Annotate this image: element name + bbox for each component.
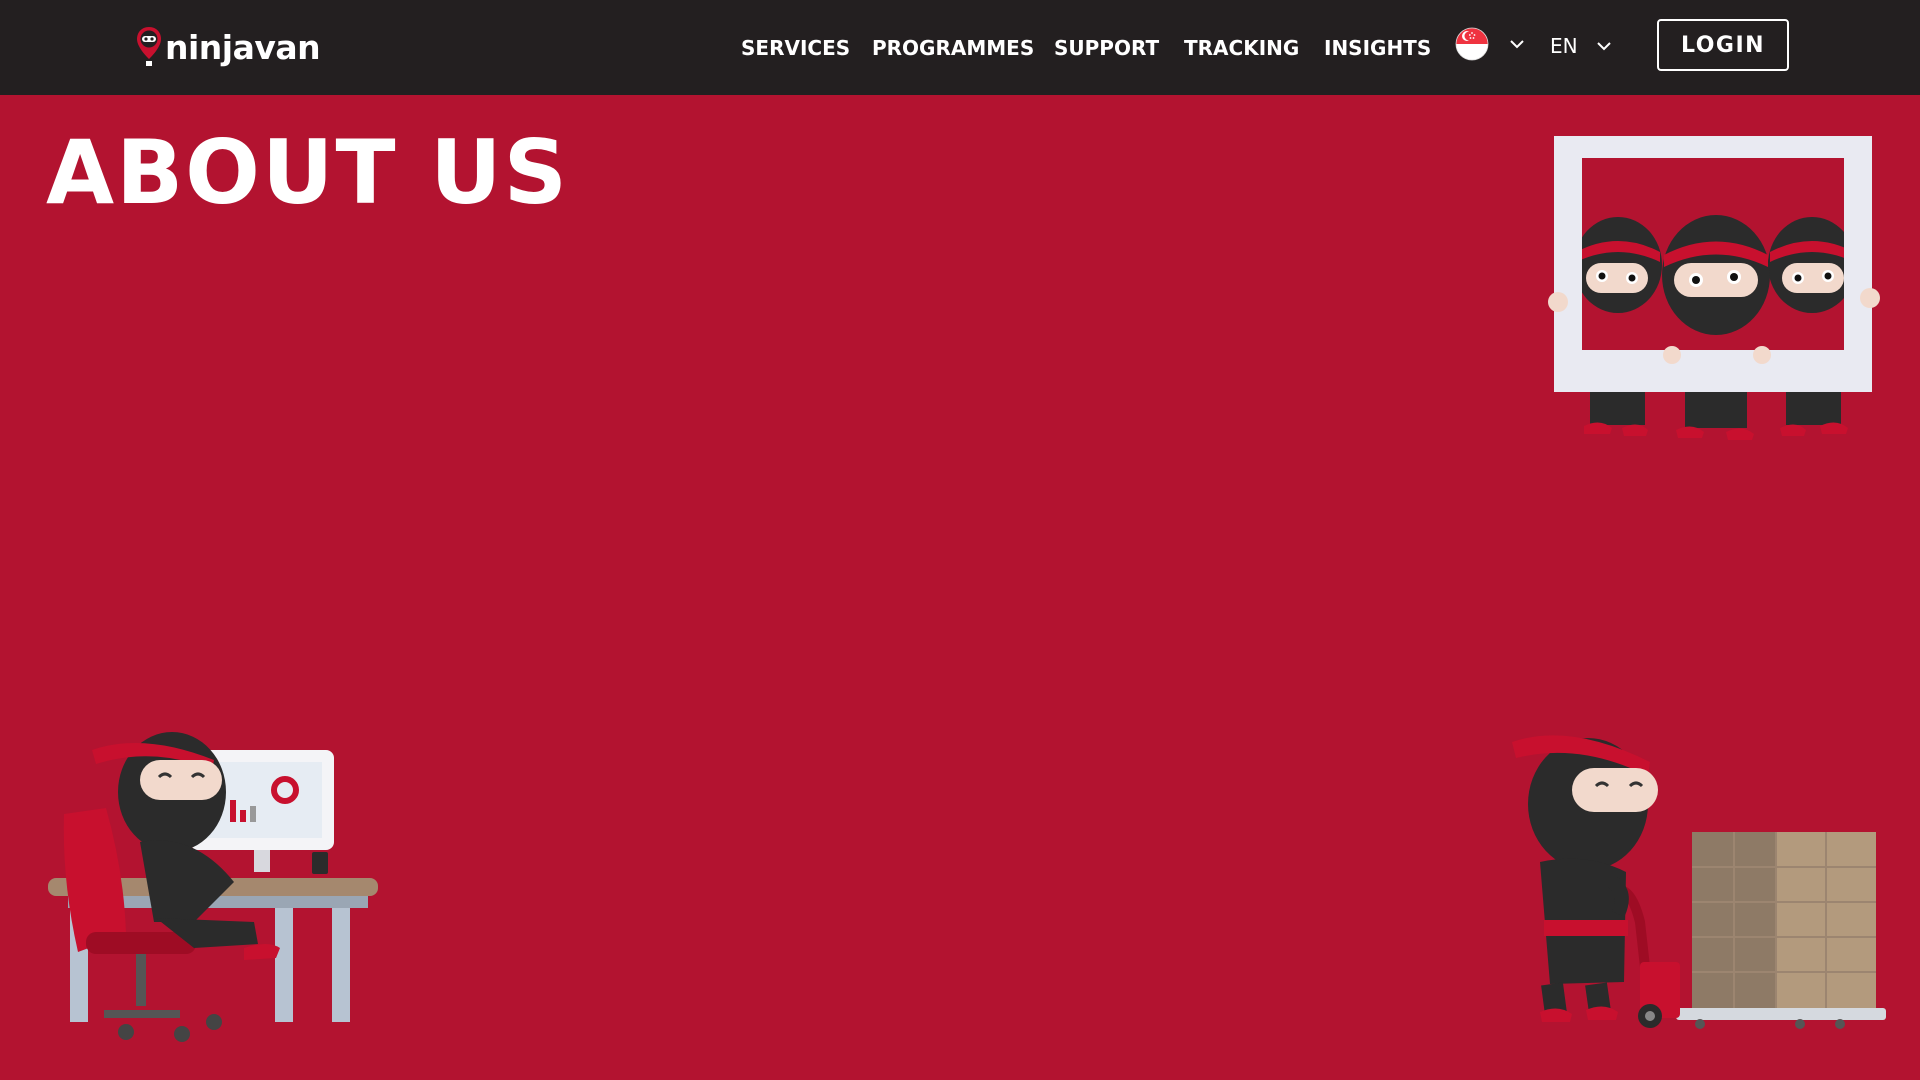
- language-selector[interactable]: EN: [1550, 27, 1612, 65]
- ninja-center: [1662, 215, 1770, 440]
- menu-tracking[interactable]: TRACKING: [1184, 36, 1299, 60]
- page-title: ABOUT US: [46, 121, 569, 224]
- menu-insights[interactable]: INSIGHTS: [1324, 36, 1431, 60]
- ninja-pallet-illustration: [1512, 735, 1886, 1029]
- ninja-mover: [1512, 735, 1658, 1022]
- chevron-down-icon: [1596, 42, 1611, 51]
- menu-support[interactable]: SUPPORT: [1054, 36, 1159, 60]
- singapore-flag-icon: [1455, 27, 1489, 61]
- chevron-down-icon: [1510, 40, 1524, 49]
- menu-services[interactable]: SERVICES: [741, 36, 850, 60]
- ninja-left: [1574, 217, 1662, 436]
- login-button[interactable]: LOGIN: [1657, 19, 1789, 71]
- country-selector[interactable]: [1455, 27, 1525, 61]
- top-nav: ninjavan SERVICES PROGRAMMES SUPPORT TRA…: [0, 0, 1920, 95]
- box-stack: [1692, 832, 1876, 1008]
- ninjas-frame-illustration: [1548, 136, 1880, 440]
- pallet: [1676, 1008, 1886, 1020]
- menu-programmes[interactable]: PROGRAMMES: [872, 36, 1034, 60]
- ninja-right: [1768, 217, 1856, 436]
- main-menu: SERVICES PROGRAMMES SUPPORT TRACKING INS…: [0, 0, 1440, 95]
- ninja-desk-illustration: [48, 732, 378, 1042]
- language-label: EN: [1550, 34, 1578, 58]
